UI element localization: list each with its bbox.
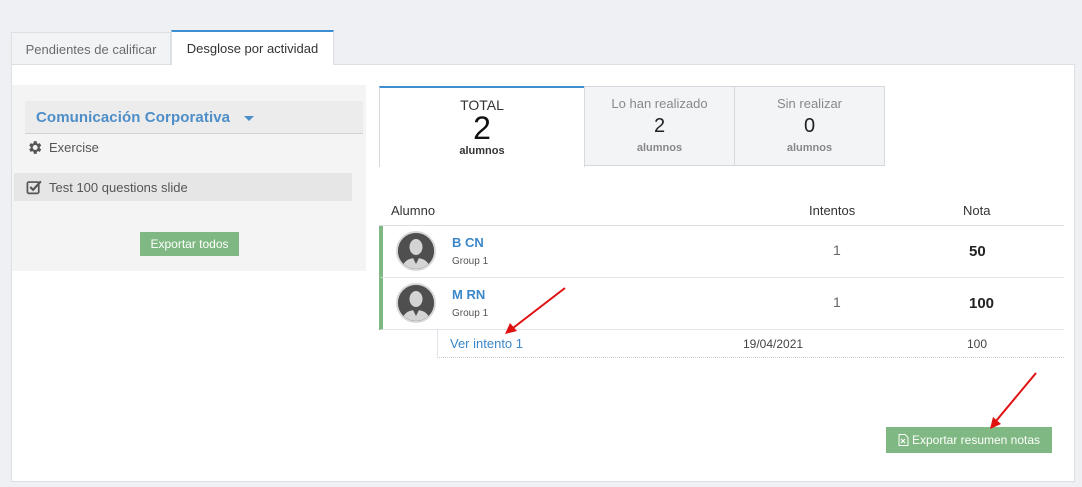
export-summary-label: Exportar resumen notas [911,433,1041,447]
activity-item[interactable]: Test 100 questions slide [14,173,352,201]
stat-total-value: 2 [473,110,491,146]
course-dropdown[interactable]: Comunicación Corporativa [25,101,363,134]
student-name[interactable]: B CN [452,235,484,250]
grade-value: 100 [969,295,995,312]
activity-label: Test 100 questions slide [49,179,188,195]
attempt-detail-row: Ver intento 1 19/04/2021 100 [437,330,1064,358]
stat-not-done-label: Sin realizar [776,96,843,111]
stat-completed-value: 2 [653,115,666,137]
stat-total[interactable]: TOTAL 2 alumnos [379,86,585,167]
main-panel: Comunicación Corporativa Exercise Test 1… [11,64,1075,482]
avatar [396,283,436,323]
table-row[interactable]: B CN Group 1 1 50 [379,226,1064,278]
column-header-grade: Nota [963,203,991,218]
user-silhouette-icon [398,233,434,269]
caret-down-icon [244,115,255,121]
stat-total-unit: alumnos [459,145,505,157]
grade-value: 50 [969,243,986,260]
attempts-count: 1 [833,294,841,310]
tab-pending-grading[interactable]: Pendientes de calificar [11,32,171,65]
stat-completed-unit: alumnos [636,142,683,154]
student-group: Group 1 [452,308,489,319]
checkbox-icon [26,180,42,195]
course-name: Comunicación Corporativa [36,108,231,126]
tab-activity-breakdown[interactable]: Desglose por actividad [171,30,334,65]
file-export-icon [898,434,909,446]
column-header-student: Alumno [391,203,436,218]
stat-completed[interactable]: Lo han realizado 2 alumnos [584,86,735,166]
user-silhouette-icon [398,285,434,321]
attempts-count: 1 [833,242,841,258]
table-row[interactable]: M RN Group 1 1 100 [379,278,1064,330]
gear-icon [29,141,42,154]
export-summary-button[interactable]: Exportar resumen notas [886,427,1052,453]
attempt-grade: 100 [967,337,988,351]
export-all-button[interactable]: Exportar todos [140,232,239,256]
attempt-date: 19/04/2021 [743,337,804,351]
activity-sidebar: Comunicación Corporativa Exercise Test 1… [12,85,366,271]
activity-type-row: Exercise [26,139,99,156]
student-group: Group 1 [452,256,489,267]
stat-completed-label: Lo han realizado [611,96,708,111]
stat-not-done[interactable]: Sin realizar 0 alumnos [734,86,885,166]
activity-type-label: Exercise [49,140,99,155]
stat-not-done-unit: alumnos [786,142,833,154]
stat-not-done-value: 0 [803,115,816,137]
view-attempt-link[interactable]: Ver intento 1 [450,336,523,351]
avatar [396,231,436,271]
student-name[interactable]: M RN [452,287,485,302]
column-header-attempts: Intentos [809,203,856,218]
